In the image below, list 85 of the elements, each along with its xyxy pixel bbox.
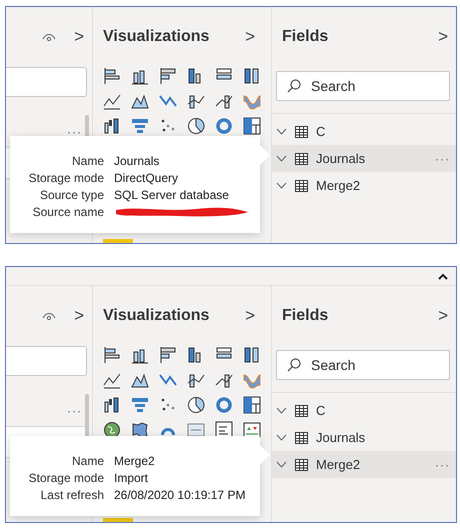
pane-title: Fields bbox=[282, 307, 328, 325]
column-chart-icon[interactable] bbox=[243, 67, 261, 85]
table-item[interactable]: Merge2 ··· bbox=[272, 451, 456, 478]
table-item[interactable]: C bbox=[272, 397, 456, 424]
pie-chart-icon[interactable] bbox=[187, 396, 205, 414]
table-icon bbox=[295, 432, 308, 444]
search-field[interactable]: Search bbox=[276, 350, 450, 380]
donut-chart-icon[interactable] bbox=[215, 396, 233, 414]
funnel-icon[interactable] bbox=[131, 117, 149, 135]
expand-chevron[interactable]: > bbox=[438, 27, 448, 47]
table-name: Merge2 bbox=[316, 457, 362, 472]
expand-chevron[interactable]: > bbox=[74, 27, 84, 47]
search-icon bbox=[287, 358, 301, 372]
active-tab-underline bbox=[103, 239, 133, 243]
table-item[interactable]: Journals bbox=[272, 424, 456, 451]
table-icon bbox=[295, 180, 308, 192]
filter-field[interactable] bbox=[6, 67, 87, 97]
eye-icon[interactable] bbox=[42, 32, 56, 42]
chevron-down-icon[interactable] bbox=[276, 128, 287, 135]
table-name: Merge2 bbox=[316, 178, 362, 193]
bar-chart-icon[interactable] bbox=[103, 346, 121, 364]
table-name: C bbox=[316, 124, 326, 139]
table-item[interactable]: Merge2 bbox=[272, 172, 456, 199]
tooltip-label: Storage mode bbox=[28, 171, 104, 185]
tooltip-label: Last refresh bbox=[40, 488, 104, 502]
table-name: C bbox=[316, 403, 326, 418]
tooltip-label: Name bbox=[70, 154, 104, 168]
table-item[interactable]: Journals ··· bbox=[272, 145, 456, 172]
area-chart-icon[interactable] bbox=[131, 92, 149, 110]
caret-up-icon[interactable] bbox=[438, 272, 448, 280]
chevron-down-icon[interactable] bbox=[276, 461, 287, 468]
tooltip-value: DirectQuery bbox=[114, 171, 180, 185]
table-icon bbox=[295, 458, 308, 470]
tooltip-value: Merge2 bbox=[114, 454, 156, 468]
expand-chevron[interactable]: > bbox=[438, 306, 448, 326]
expand-chevron[interactable]: > bbox=[74, 306, 84, 326]
card-icon[interactable] bbox=[187, 421, 205, 439]
chevron-down-icon[interactable] bbox=[276, 182, 287, 189]
waterfall-chart-icon[interactable] bbox=[103, 117, 121, 135]
column-chart-icon[interactable] bbox=[243, 346, 261, 364]
more-options[interactable]: ··· bbox=[67, 404, 82, 418]
treemap-icon[interactable] bbox=[243, 396, 261, 414]
table-item[interactable]: C bbox=[272, 118, 456, 145]
table-icon bbox=[295, 126, 308, 138]
table-name: Journals bbox=[316, 151, 366, 166]
pane-title: Visualizations bbox=[103, 307, 210, 325]
chevron-down-icon[interactable] bbox=[276, 407, 287, 414]
funnel-icon[interactable] bbox=[131, 396, 149, 414]
table-name: Journals bbox=[316, 430, 366, 445]
pane-title: Fields bbox=[282, 28, 328, 46]
tooltip-label: Source name bbox=[32, 205, 104, 219]
search-field[interactable]: Search bbox=[276, 71, 450, 101]
tooltip-label: Storage mode bbox=[28, 471, 104, 485]
treemap-icon[interactable] bbox=[243, 117, 261, 135]
more-options[interactable]: ··· bbox=[67, 125, 82, 139]
tooltip-value: Journals bbox=[114, 154, 160, 168]
tooltip-label: Name bbox=[70, 454, 104, 468]
kpi-icon[interactable] bbox=[243, 421, 261, 439]
chevron-down-icon[interactable] bbox=[276, 155, 287, 162]
tooltip-value: 26/08/2020 10:19:17 PM bbox=[114, 488, 246, 502]
active-tab-underline bbox=[103, 518, 133, 522]
map-icon[interactable] bbox=[131, 421, 149, 439]
search-icon bbox=[287, 79, 301, 93]
line-chart-icon[interactable] bbox=[103, 92, 121, 110]
more-options[interactable]: ··· bbox=[435, 458, 450, 472]
pane-title: Visualizations bbox=[103, 28, 210, 46]
donut-chart-icon[interactable] bbox=[215, 117, 233, 135]
pie-chart-icon[interactable] bbox=[187, 117, 205, 135]
table-icon bbox=[295, 404, 308, 416]
tooltip-label: Source type bbox=[38, 188, 104, 202]
more-options[interactable]: ··· bbox=[435, 152, 450, 166]
expand-chevron[interactable]: > bbox=[245, 27, 255, 47]
area-chart-icon[interactable] bbox=[131, 371, 149, 389]
bar-chart-icon[interactable] bbox=[103, 67, 121, 85]
expand-chevron[interactable]: > bbox=[245, 306, 255, 326]
waterfall-chart-icon[interactable] bbox=[103, 396, 121, 414]
filter-field[interactable] bbox=[6, 346, 87, 376]
eye-icon[interactable] bbox=[42, 312, 56, 320]
chevron-down-icon[interactable] bbox=[276, 434, 287, 441]
bar-chart-icon[interactable] bbox=[159, 346, 177, 364]
table-icon bbox=[295, 152, 308, 164]
bar-chart-icon[interactable] bbox=[159, 67, 177, 85]
tooltip-value: SQL Server database bbox=[114, 188, 230, 202]
tooltip-value: Import bbox=[114, 471, 150, 485]
line-chart-icon[interactable] bbox=[103, 371, 121, 389]
